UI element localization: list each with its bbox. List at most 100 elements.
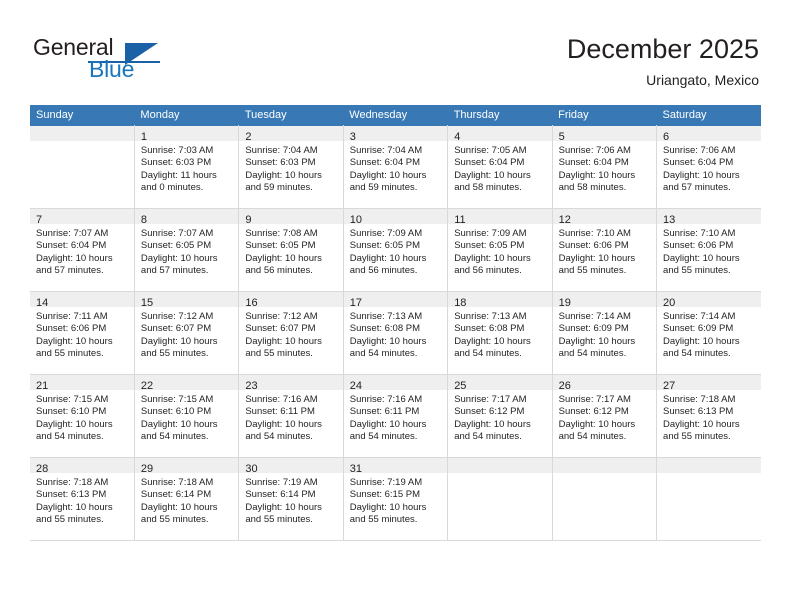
daylight-text-cont: and 55 minutes.: [245, 348, 313, 360]
day-details: Sunrise: 7:09 AM Sunset: 6:05 PM Daylight:…: [344, 224, 447, 278]
day-cell[interactable]: 13 Sunrise: 7:10 AM Sunset: 6:06 PM Dayligh…: [656, 208, 761, 292]
day-number-band: 27: [657, 375, 761, 392]
day-number-band: 5: [552, 126, 657, 143]
sunset-text: Sunset: 6:05 PM: [454, 240, 525, 252]
day-details: Sunrise: 7:12 AM Sunset: 6:07 PM Daylight:…: [135, 307, 238, 361]
day-cell[interactable]: 29 Sunrise: 7:18 AM Sunset: 6:14 PM Dayligh…: [134, 457, 240, 541]
day-cell[interactable]: 9 Sunrise: 7:08 AM Sunset: 6:05 PM Daylight…: [238, 208, 344, 292]
day-cell[interactable]: 8 Sunrise: 7:07 AM Sunset: 6:05 PM Daylight…: [134, 208, 240, 292]
day-number-band: 31: [343, 458, 448, 475]
day-cell[interactable]: 31 Sunrise: 7:19 AM Sunset: 6:15 PM Dayligh…: [343, 457, 449, 541]
sunrise-text: Sunrise: 7:17 AM: [454, 394, 527, 405]
sunset-text: Sunset: 6:10 PM: [140, 406, 212, 418]
daylight-text-cont: and 54 minutes.: [349, 431, 418, 443]
daylight-text: Daylight: 10 hours: [558, 335, 636, 347]
day-number-band: 7: [30, 209, 134, 226]
day-cell[interactable]: 10 Sunrise: 7:09 AM Sunset: 6:05 PM Dayligh…: [343, 208, 449, 292]
day-details: Sunrise: 7:18 AM Sunset: 6:14 PM Daylight:…: [135, 473, 238, 527]
day-cell[interactable]: 3 Sunrise: 7:04 AM Sunset: 6:04 PM Daylight…: [343, 125, 449, 209]
daylight-text: Daylight: 10 hours: [558, 169, 636, 181]
day-details: [657, 473, 761, 477]
day-number: 11: [454, 214, 466, 226]
day-cell[interactable]: 24 Sunrise: 7:16 AM Sunset: 6:11 PM Dayligh…: [343, 374, 449, 458]
day-number: 28: [36, 463, 49, 475]
day-details: Sunrise: 7:18 AM Sunset: 6:13 PM Daylight:…: [657, 390, 761, 444]
daylight-text: Daylight: 10 hours: [140, 252, 218, 264]
day-cell[interactable]: 20 Sunrise: 7:14 AM Sunset: 6:09 PM Dayligh…: [656, 291, 761, 375]
week-row: 28 Sunrise: 7:18 AM Sunset: 6:13 PM Dayligh…: [30, 457, 761, 541]
daylight-text-cont: and 56 minutes.: [454, 265, 522, 277]
day-cell[interactable]: 30 Sunrise: 7:19 AM Sunset: 6:14 PM Dayligh…: [238, 457, 344, 541]
sunrise-text: Sunrise: 7:15 AM: [140, 394, 214, 405]
day-cell[interactable]: 1 Sunrise: 7:03 AM Sunset: 6:03 PM Daylight…: [134, 125, 240, 209]
day-details: Sunrise: 7:07 AM Sunset: 6:05 PM Daylight:…: [135, 224, 238, 278]
day-cell[interactable]: 19 Sunrise: 7:14 AM Sunset: 6:09 PM Dayligh…: [552, 291, 658, 375]
day-details: Sunrise: 7:10 AM Sunset: 6:06 PM Daylight:…: [553, 224, 656, 278]
daylight-text: Daylight: 10 hours: [558, 418, 636, 430]
day-cell[interactable]: 12 Sunrise: 7:10 AM Sunset: 6:06 PM Dayligh…: [552, 208, 658, 292]
daylight-text: Daylight: 10 hours: [140, 501, 218, 513]
day-cell[interactable]: 23 Sunrise: 7:16 AM Sunset: 6:11 PM Dayligh…: [238, 374, 344, 458]
day-details: Sunrise: 7:17 AM Sunset: 6:12 PM Daylight:…: [553, 390, 656, 444]
day-number-band: 23: [239, 375, 343, 392]
day-cell[interactable]: 27 Sunrise: 7:18 AM Sunset: 6:13 PM Dayligh…: [656, 374, 761, 458]
daylight-text: Daylight: 10 hours: [663, 169, 740, 181]
day-cell[interactable]: 26 Sunrise: 7:17 AM Sunset: 6:12 PM Dayligh…: [552, 374, 658, 458]
day-number-band: 10: [343, 209, 448, 226]
day-cell[interactable]: 16 Sunrise: 7:12 AM Sunset: 6:07 PM Dayligh…: [238, 291, 344, 375]
day-number: 14: [36, 297, 49, 309]
day-details: Sunrise: 7:16 AM Sunset: 6:11 PM Daylight:…: [344, 390, 447, 444]
day-cell[interactable]: 11 Sunrise: 7:09 AM Sunset: 6:05 PM Dayligh…: [447, 208, 553, 292]
day-cell[interactable]: 5 Sunrise: 7:06 AM Sunset: 6:04 PM Daylight…: [552, 125, 658, 209]
sunset-text: Sunset: 6:08 PM: [349, 323, 420, 335]
day-number-band: 2: [239, 126, 343, 143]
day-cell[interactable]: 22 Sunrise: 7:15 AM Sunset: 6:10 PM Dayligh…: [134, 374, 240, 458]
day-number-band: 18: [448, 292, 552, 309]
daylight-text-cont: and 58 minutes.: [454, 182, 522, 194]
daylight-text-cont: and 55 minutes.: [36, 348, 104, 360]
day-cell[interactable]: 28 Sunrise: 7:18 AM Sunset: 6:13 PM Dayligh…: [30, 457, 135, 541]
day-cell[interactable]: 18 Sunrise: 7:13 AM Sunset: 6:08 PM Dayligh…: [447, 291, 553, 375]
day-number-band: 21: [30, 375, 134, 392]
day-cell[interactable]: 4 Sunrise: 7:05 AM Sunset: 6:04 PM Daylight…: [447, 125, 553, 209]
day-number-band: 15: [134, 292, 239, 309]
sunrise-text: Sunrise: 7:06 AM: [558, 145, 631, 156]
day-number: 6: [663, 131, 670, 143]
sunrise-text: Sunrise: 7:10 AM: [558, 228, 631, 239]
sunset-text: Sunset: 6:10 PM: [36, 406, 107, 418]
sunrise-text: Sunrise: 7:03 AM: [140, 145, 214, 156]
daylight-text: Daylight: 10 hours: [36, 335, 113, 347]
day-number: 15: [140, 297, 154, 309]
daylight-text-cont: and 57 minutes.: [140, 265, 209, 277]
day-number: 10: [349, 214, 363, 226]
day-cell[interactable]: 25 Sunrise: 7:17 AM Sunset: 6:12 PM Dayligh…: [447, 374, 553, 458]
day-cell[interactable]: 21 Sunrise: 7:15 AM Sunset: 6:10 PM Dayligh…: [30, 374, 135, 458]
day-number-band: 12: [552, 209, 657, 226]
daylight-text-cont: and 54 minutes.: [558, 431, 627, 443]
sunset-text: Sunset: 6:12 PM: [558, 406, 629, 418]
sunrise-text: Sunrise: 7:17 AM: [558, 394, 631, 405]
daylight-text: Daylight: 10 hours: [245, 252, 322, 264]
day-number: 27: [663, 380, 676, 392]
day-cell[interactable]: 2 Sunrise: 7:04 AM Sunset: 6:03 PM Daylight…: [238, 125, 344, 209]
weekday-header-thursday: Thursday: [447, 105, 553, 126]
day-cell[interactable]: 6 Sunrise: 7:06 AM Sunset: 6:04 PM Daylight…: [656, 125, 761, 209]
day-number-band: 20: [657, 292, 761, 309]
day-number: 1: [140, 131, 148, 143]
day-details: Sunrise: 7:06 AM Sunset: 6:04 PM Daylight:…: [657, 141, 761, 195]
day-cell[interactable]: 15 Sunrise: 7:12 AM Sunset: 6:07 PM Dayligh…: [134, 291, 240, 375]
sunrise-text: Sunrise: 7:09 AM: [349, 228, 423, 239]
daylight-text-cont: and 57 minutes.: [663, 182, 731, 194]
day-cell[interactable]: 17 Sunrise: 7:13 AM Sunset: 6:08 PM Dayligh…: [343, 291, 449, 375]
sunrise-text: Sunrise: 7:19 AM: [349, 477, 423, 488]
daylight-text-cont: and 54 minutes.: [140, 431, 209, 443]
day-cell[interactable]: 14 Sunrise: 7:11 AM Sunset: 6:06 PM Dayligh…: [30, 291, 135, 375]
day-number: 5: [558, 131, 565, 143]
day-details: Sunrise: 7:05 AM Sunset: 6:04 PM Daylight:…: [448, 141, 551, 195]
daylight-text: Daylight: 10 hours: [349, 418, 427, 430]
day-number-band: [448, 458, 552, 473]
day-number: 7: [36, 214, 43, 226]
daylight-text: Daylight: 10 hours: [245, 501, 322, 513]
calendar-grid: Sunday Monday Tuesday Wednesday Thursday Frid…: [30, 105, 761, 541]
day-cell[interactable]: 7 Sunrise: 7:07 AM Sunset: 6:04 PM Daylight…: [30, 208, 135, 292]
